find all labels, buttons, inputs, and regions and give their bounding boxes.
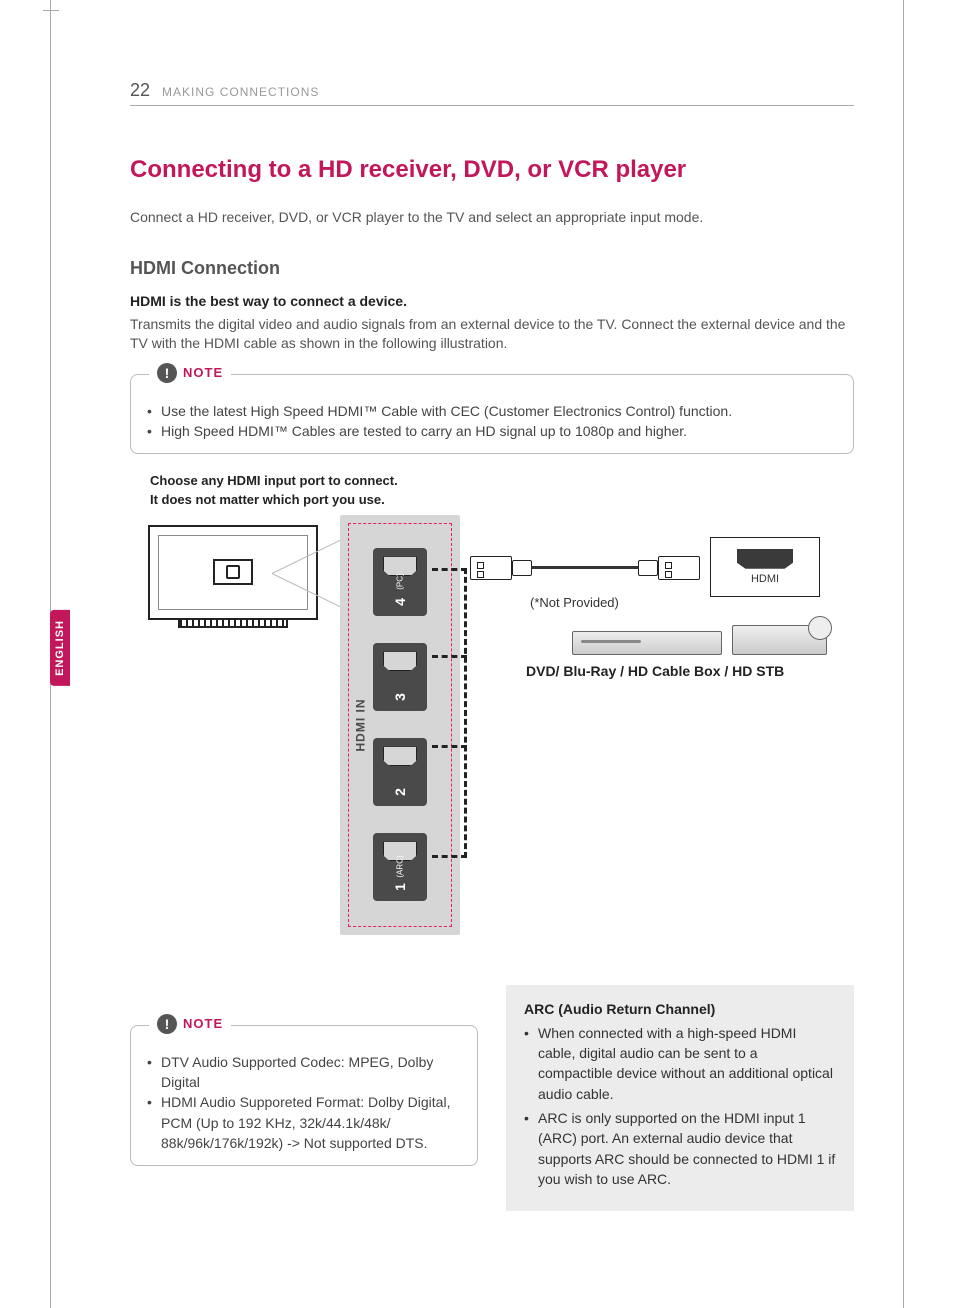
connection-line (432, 855, 467, 858)
external-hdmi-port: HDMI (710, 537, 820, 597)
connection-line (432, 655, 467, 658)
not-provided-label: (*Not Provided) (530, 595, 619, 610)
port-number: 4 (392, 598, 408, 606)
note-tab: ! NOTE (149, 1014, 231, 1034)
hdmi-port-4: (PC) 4 (373, 548, 427, 616)
external-devices (572, 625, 827, 655)
set-top-box-icon (732, 625, 827, 655)
cable-plug-icon (470, 556, 512, 580)
dvd-player-icon (572, 631, 722, 655)
section-name: MAKING CONNECTIONS (162, 85, 319, 99)
right-column: ARC (Audio Return Channel) When connecte… (506, 985, 854, 1211)
lower-columns: ! NOTE DTV Audio Supported Codec: MPEG, … (130, 985, 854, 1211)
exclamation-icon: ! (157, 1014, 177, 1034)
note-box-top: ! NOTE Use the latest High Speed HDMI™ C… (130, 374, 854, 455)
connection-diagram: HDMI IN (PC) 4 3 2 (ARC) 1 (130, 515, 854, 945)
connection-line (432, 745, 467, 748)
hdmi-heading: HDMI Connection (130, 258, 854, 279)
list-item: When connected with a high-speed HDMI ca… (524, 1023, 836, 1104)
device-caption: DVD/ Blu-Ray / HD Cable Box / HD STB (526, 663, 784, 679)
page-header: 22 MAKING CONNECTIONS (130, 80, 854, 106)
list-item: ARC is only supported on the HDMI input … (524, 1108, 836, 1189)
hdmi-port-3: 3 (373, 643, 427, 711)
arc-list: When connected with a high-speed HDMI ca… (524, 1023, 836, 1189)
language-tab: ENGLISH (50, 610, 70, 686)
left-column: ! NOTE DTV Audio Supported Codec: MPEG, … (130, 985, 478, 1211)
list-item: DTV Audio Supported Codec: MPEG, Dolby D… (147, 1052, 461, 1093)
connection-line (432, 568, 467, 571)
page-content: 22 MAKING CONNECTIONS Connecting to a HD… (130, 80, 854, 1211)
port-number: 2 (392, 788, 408, 796)
arc-title: ARC (Audio Return Channel) (524, 1001, 836, 1017)
port-number: 3 (392, 693, 408, 701)
arc-info-box: ARC (Audio Return Channel) When connecte… (506, 985, 854, 1211)
diagram-caption: Choose any HDMI input port to connect. I… (150, 472, 854, 508)
note-list: Use the latest High Speed HDMI™ Cable wi… (147, 401, 837, 442)
note-box-bottom: ! NOTE DTV Audio Supported Codec: MPEG, … (130, 1025, 478, 1166)
caption-line: Choose any HDMI input port to connect. (150, 473, 398, 488)
hdmi-cable-icon (470, 553, 700, 583)
port-number: 1 (392, 883, 408, 891)
port-sublabel: (PC) (396, 574, 405, 590)
list-item: High Speed HDMI™ Cables are tested to ca… (147, 421, 837, 441)
list-item: Use the latest High Speed HDMI™ Cable wi… (147, 401, 837, 421)
hdmi-port-2: 2 (373, 738, 427, 806)
hdmi-body: Transmits the digital video and audio si… (130, 315, 854, 354)
hdmi-in-label: HDMI IN (354, 698, 368, 751)
connection-line (464, 568, 467, 858)
port-sublabel: (ARC) (396, 856, 405, 878)
hdmi-port-label: HDMI (751, 573, 779, 585)
hdmi-port-1: (ARC) 1 (373, 833, 427, 901)
tv-icon (148, 525, 318, 635)
note-label: NOTE (183, 1016, 223, 1031)
caption-line: It does not matter which port you use. (150, 492, 385, 507)
exclamation-icon: ! (157, 363, 177, 383)
hdmi-input-panel: HDMI IN (PC) 4 3 2 (ARC) 1 (340, 515, 460, 935)
page-number: 22 (130, 80, 150, 101)
page-title: Connecting to a HD receiver, DVD, or VCR… (130, 156, 854, 184)
hdmi-port-icon (737, 549, 793, 569)
note-list: DTV Audio Supported Codec: MPEG, Dolby D… (147, 1052, 461, 1153)
cable-plug-icon (658, 556, 700, 580)
intro-text: Connect a HD receiver, DVD, or VCR playe… (130, 208, 854, 228)
list-item: HDMI Audio Supporeted Format: Dolby Digi… (147, 1092, 461, 1153)
note-label: NOTE (183, 365, 223, 380)
note-tab: ! NOTE (149, 363, 231, 383)
hdmi-bold-line: HDMI is the best way to connect a device… (130, 293, 854, 309)
